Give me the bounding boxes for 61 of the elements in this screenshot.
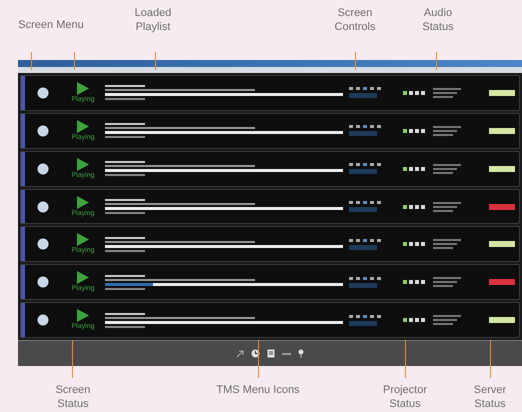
control-field-drawing[interactable]	[349, 207, 377, 212]
play-icon[interactable]	[77, 196, 89, 208]
pin-icon[interactable]	[298, 349, 304, 358]
playlist-time-drawing	[105, 174, 145, 176]
leader-line	[155, 52, 156, 70]
status-stripe	[21, 303, 25, 338]
status-stripe	[21, 76, 25, 110]
playlist-title-drawing	[105, 236, 145, 239]
play-icon[interactable]	[77, 233, 89, 246]
globe-icon[interactable]	[37, 238, 49, 250]
globe-icon[interactable]	[37, 162, 49, 175]
playlist-time-drawing	[105, 288, 145, 290]
playlist-time-drawing	[105, 250, 145, 252]
play-icon[interactable]	[77, 271, 89, 284]
globe-icon[interactable]	[37, 124, 49, 137]
playlist-title-drawing	[105, 85, 145, 88]
playlist-time-drawing	[105, 326, 145, 328]
status-stripe	[21, 265, 25, 300]
document-icon[interactable]	[267, 349, 275, 358]
control-field-drawing[interactable]	[349, 169, 377, 174]
leader-line	[436, 52, 437, 70]
minus-icon[interactable]	[282, 352, 291, 354]
control-field-drawing[interactable]	[349, 282, 377, 288]
playlist-title-drawing	[105, 312, 145, 315]
leader-line	[31, 52, 32, 70]
callout-label: Screen Menu	[17, 18, 85, 32]
control-field-drawing[interactable]	[349, 93, 377, 98]
callout-label: Server Status	[472, 383, 508, 411]
playlist-title-drawing	[105, 274, 145, 277]
callout-label: Screen Status	[54, 383, 92, 411]
control-field-drawing[interactable]	[349, 244, 377, 250]
leader-line	[490, 340, 491, 378]
leader-line	[258, 340, 259, 378]
play-icon[interactable]	[77, 82, 89, 95]
callout-label: Loaded Playlist	[134, 6, 172, 34]
status-stripe	[21, 227, 25, 262]
status-stripe	[21, 190, 25, 224]
callout-label: Audio Status	[421, 6, 455, 34]
control-field-drawing[interactable]	[349, 320, 377, 326]
globe-icon[interactable]	[37, 314, 49, 326]
playlist-time-drawing	[105, 136, 145, 138]
callout-label: TMS Menu Icons	[215, 383, 301, 397]
leader-line	[72, 340, 73, 378]
status-stripe	[21, 114, 25, 148]
leader-line	[74, 52, 75, 70]
globe-icon[interactable]	[37, 86, 49, 99]
callout-label: Projector Status	[382, 383, 428, 411]
status-stripe	[21, 152, 25, 186]
callout-label: Screen Controls	[334, 6, 376, 34]
playlist-time-drawing	[105, 98, 145, 100]
arrow-icon[interactable]	[236, 350, 244, 358]
play-icon[interactable]	[77, 309, 89, 322]
globe-icon[interactable]	[37, 200, 49, 212]
playlist-title-drawing	[105, 161, 145, 164]
leader-line	[405, 340, 406, 378]
control-field-drawing[interactable]	[349, 131, 377, 136]
playlist-title-drawing	[105, 123, 145, 126]
play-icon[interactable]	[77, 120, 89, 133]
globe-icon[interactable]	[37, 276, 49, 288]
leader-line	[355, 52, 356, 70]
play-icon[interactable]	[77, 158, 89, 171]
